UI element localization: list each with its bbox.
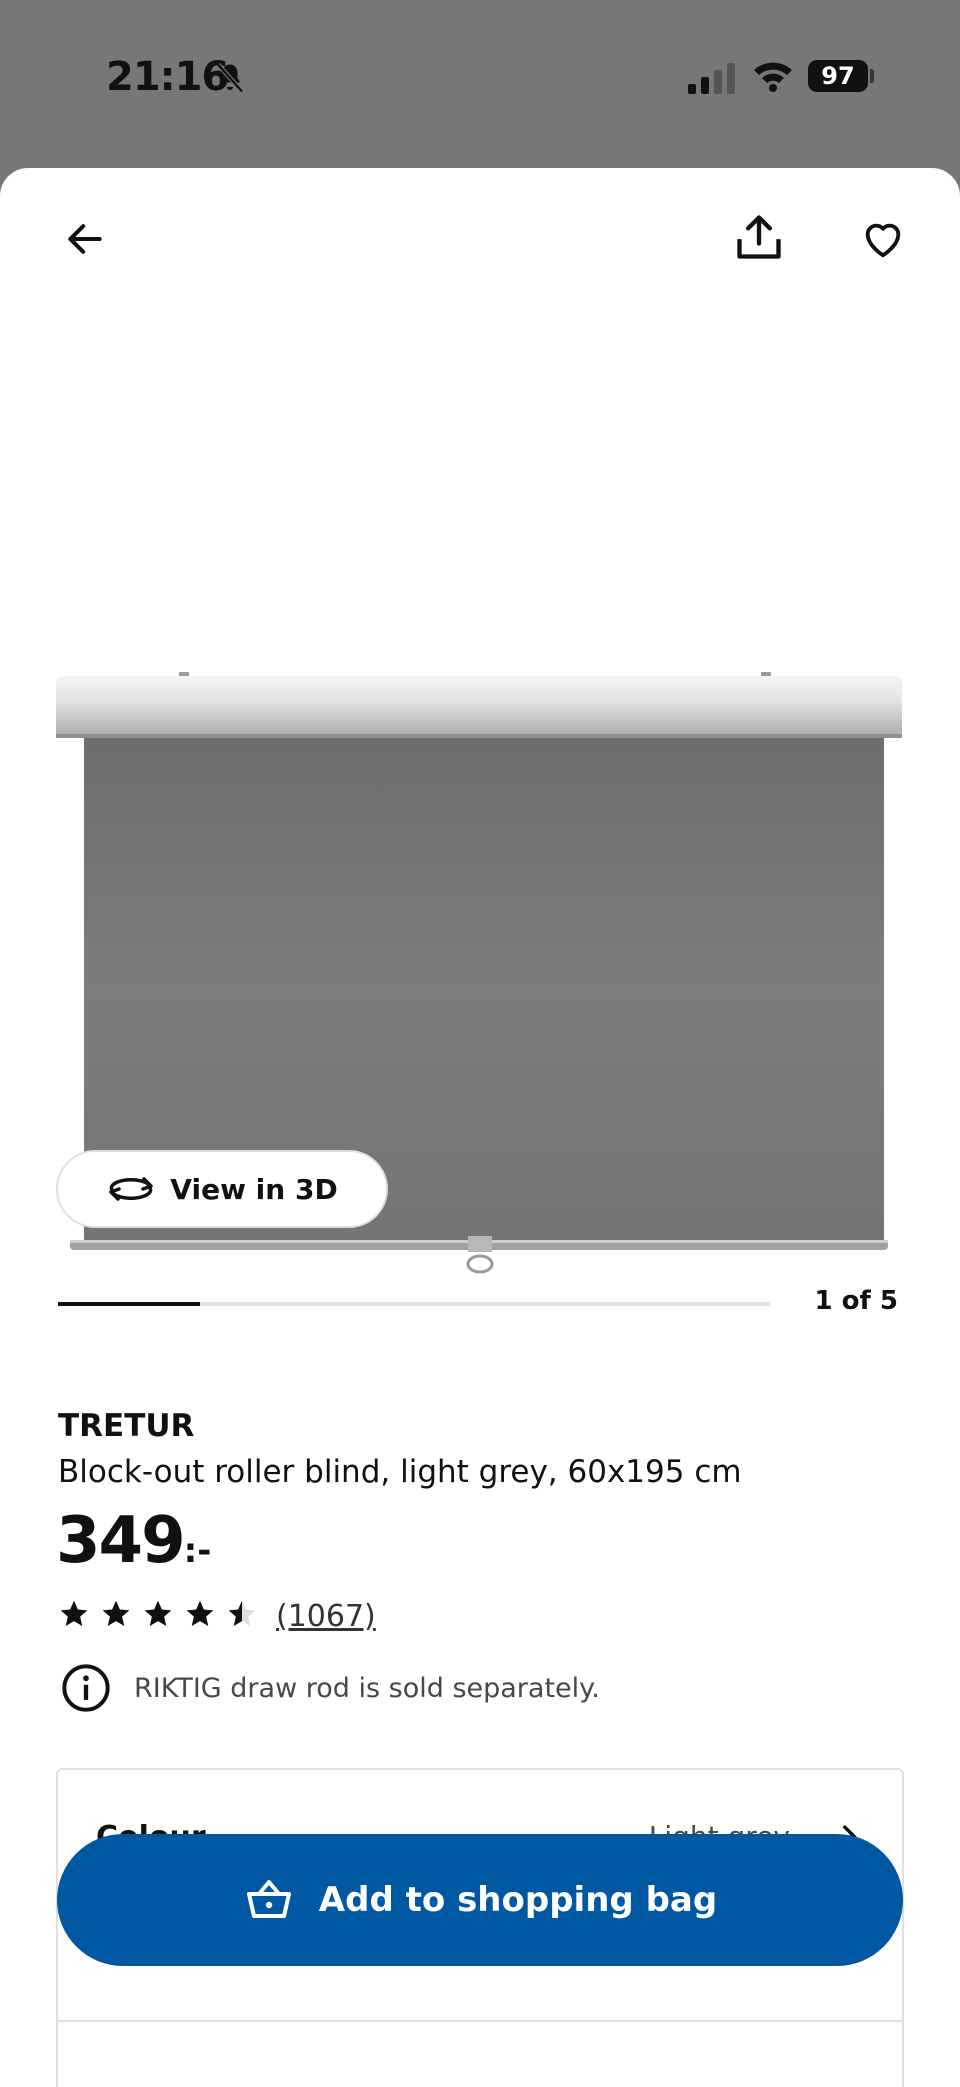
favourite-button[interactable]	[848, 204, 918, 274]
back-button[interactable]	[50, 204, 120, 274]
share-button[interactable]	[724, 202, 794, 272]
info-row: RIKTIG draw rod is sold separately.	[60, 1662, 600, 1714]
view-in-3d-label: View in 3D	[170, 1172, 338, 1206]
product-description: Block-out roller blind, light grey, 60x1…	[58, 1454, 742, 1490]
product-sheet: View in 3D 1 of 5 TRETUR Block-out rolle…	[0, 168, 960, 2087]
rating-row[interactable]: (1067)	[58, 1596, 376, 1636]
star-icon	[228, 1600, 256, 1626]
info-text: RIKTIG draw rod is sold separately.	[134, 1672, 600, 1704]
status-time: 21:16	[106, 54, 229, 100]
add-to-shopping-bag-button[interactable]: Add to shopping bag	[57, 1834, 903, 1966]
heart-icon	[865, 223, 901, 258]
bell-off-icon	[212, 60, 248, 100]
battery-icon: 97	[808, 60, 868, 92]
star-icon	[186, 1600, 214, 1626]
info-icon	[62, 1664, 110, 1712]
product-price: 349:-	[56, 1504, 211, 1578]
back-arrow-icon	[68, 224, 102, 254]
price-suffix: :-	[183, 1531, 212, 1571]
review-count-link[interactable]: (1067)	[276, 1599, 376, 1634]
gallery-page-counter: 1 of 5	[814, 1286, 898, 1316]
price-value: 349	[56, 1504, 186, 1578]
rotate-3d-icon	[109, 1177, 154, 1201]
basket-icon	[246, 1880, 291, 1918]
gallery-progress-fill	[58, 1302, 201, 1306]
signal-icon	[688, 62, 736, 98]
wifi-icon	[752, 58, 794, 96]
star-icon	[60, 1600, 88, 1626]
battery-cap	[870, 69, 874, 83]
star-icon	[144, 1600, 172, 1626]
product-name: TRETUR	[58, 1408, 195, 1444]
card-divider	[58, 2020, 902, 2022]
gallery-progress	[58, 1302, 770, 1306]
star-icon	[102, 1600, 130, 1626]
share-icon	[737, 215, 781, 259]
rating-stars	[58, 1598, 268, 1634]
add-to-shopping-bag-label: Add to shopping bag	[318, 1880, 718, 1920]
status-bar: 21:16 97	[0, 0, 960, 160]
view-in-3d-button[interactable]: View in 3D	[56, 1150, 388, 1228]
